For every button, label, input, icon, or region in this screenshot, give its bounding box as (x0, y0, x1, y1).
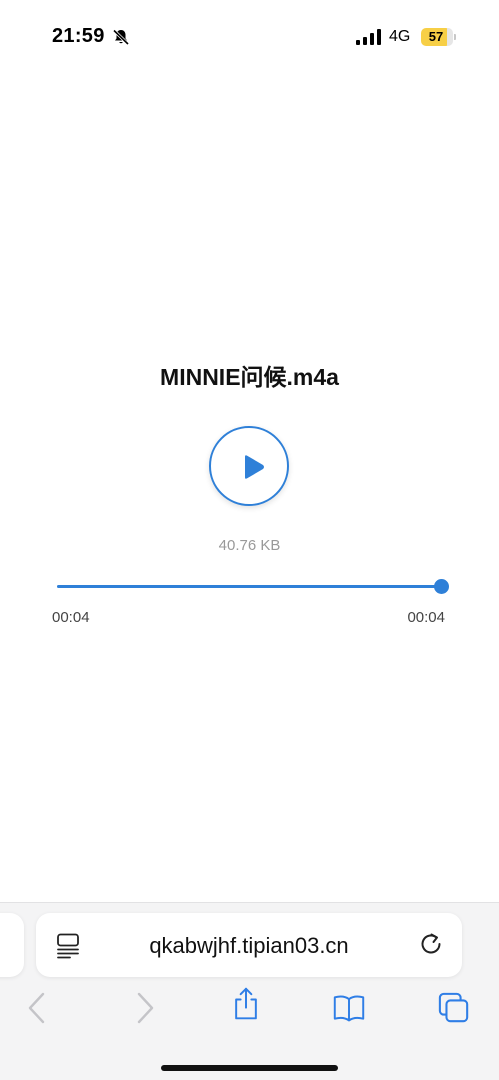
signal-bars-icon (356, 29, 381, 45)
status-bar: 21:59 4G 57 (0, 0, 499, 70)
network-type: 4G (389, 28, 411, 45)
play-icon (245, 455, 264, 479)
battery-level: 57 (428, 29, 444, 44)
back-icon[interactable] (22, 991, 54, 1025)
elapsed-time: 00:04 (52, 609, 90, 626)
reader-icon[interactable] (56, 933, 80, 959)
audio-file-title: MINNIE问候.m4a (160, 364, 339, 390)
tabs-icon[interactable] (438, 991, 470, 1025)
total-time: 00:04 (407, 609, 445, 626)
address-bar[interactable]: qkabwjhf.tipian03.cn (36, 913, 462, 977)
battery-icon: 57 (421, 28, 456, 46)
home-indicator[interactable] (161, 1065, 338, 1071)
previous-tab-card[interactable] (0, 913, 24, 977)
reload-icon[interactable] (418, 931, 444, 957)
share-icon[interactable] (230, 987, 262, 1021)
progress-fill (57, 585, 441, 588)
progress-thumb[interactable] (434, 579, 449, 594)
progress-slider[interactable] (57, 579, 449, 594)
screen: 21:59 4G 57 MINNIE问候.m4a 40.76 KB 00:04 … (0, 0, 499, 1080)
file-size: 40.76 KB (218, 537, 281, 554)
forward-icon[interactable] (128, 991, 160, 1025)
status-time: 21:59 (52, 25, 105, 47)
url-text[interactable]: qkabwjhf.tipian03.cn (96, 933, 402, 959)
bookmarks-icon[interactable] (333, 991, 365, 1025)
bell-slash-icon (112, 29, 130, 46)
play-button[interactable] (209, 426, 289, 506)
browser-bottom-bar: qkabwjhf.tipian03.cn (0, 902, 499, 1080)
